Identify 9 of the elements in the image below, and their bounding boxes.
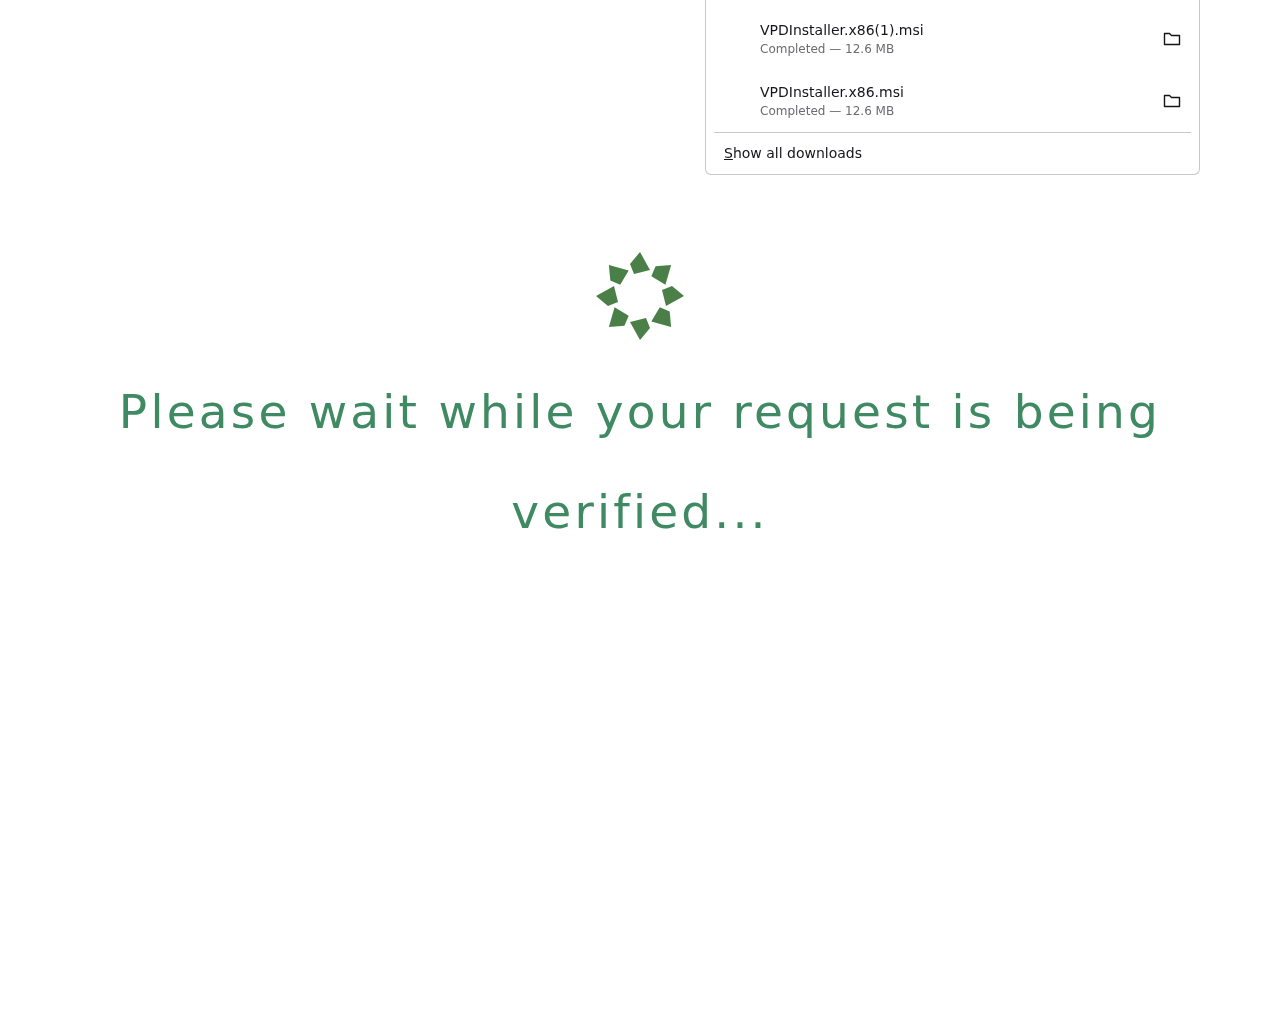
folder-icon[interactable] [1163,31,1181,47]
download-filename: VPDInstaller.x86.msi [760,84,905,100]
download-status: Completed — 12.6 MB [760,42,896,56]
download-status: Completed — 12.6 MB [760,104,896,118]
verification-message: Please wait while your request is being verified... [117,383,1163,541]
download-filename: VPDInstaller.x86(1).msi [760,22,925,38]
folder-icon[interactable] [1163,93,1181,109]
show-all-downloads-link[interactable]: Show all downloads [724,145,863,161]
spinner-icon [594,250,686,342]
